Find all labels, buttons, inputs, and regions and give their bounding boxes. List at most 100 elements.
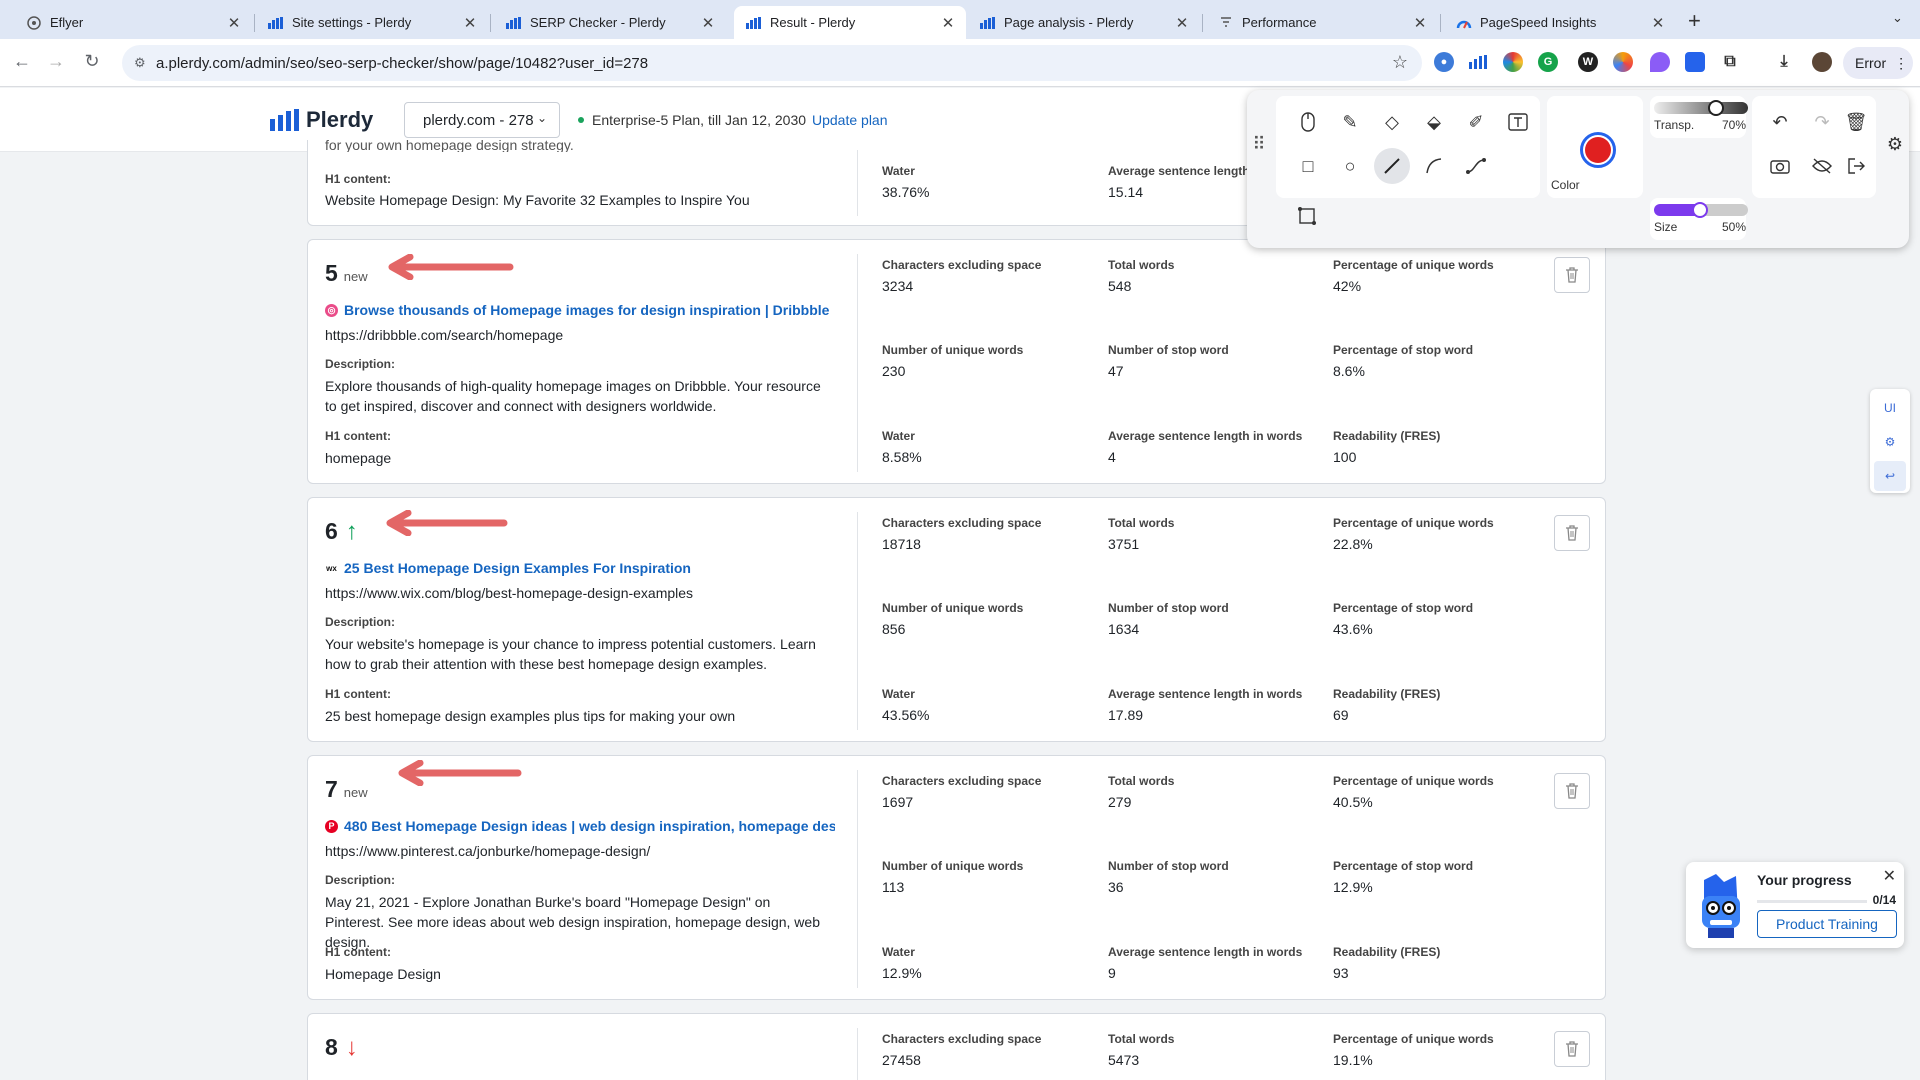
avatar[interactable]: [1812, 52, 1832, 72]
close-tab-icon[interactable]: ✕: [700, 14, 716, 32]
ui-button[interactable]: UI: [1874, 393, 1906, 423]
color-swatch[interactable]: [1580, 132, 1616, 168]
readability-label: Readability (FRES): [1333, 687, 1441, 701]
rank-status: new: [343, 785, 368, 800]
mouse-icon[interactable]: [1290, 104, 1326, 140]
color-picker[interactable]: Color: [1547, 96, 1643, 198]
tab-result[interactable]: Result - Plerdy ✕: [734, 6, 966, 39]
text-tool-icon[interactable]: [1500, 104, 1536, 140]
extension-icon[interactable]: ●: [1434, 52, 1454, 72]
undo-icon[interactable]: ↶: [1762, 104, 1798, 140]
water-label: Water: [882, 429, 915, 443]
crop-icon[interactable]: [1289, 198, 1325, 234]
exit-icon[interactable]: [1838, 148, 1874, 184]
plerdy-extension-icon[interactable]: [1468, 52, 1488, 72]
delete-button[interactable]: [1554, 257, 1590, 293]
tab-search-chevron-icon[interactable]: ⌄: [1892, 10, 1903, 26]
circle-icon[interactable]: ○: [1332, 148, 1368, 184]
tab-eflyer[interactable]: Eflyer ✕: [14, 6, 252, 39]
redo-icon[interactable]: ↷: [1804, 104, 1840, 140]
avg-sentence-label: Average sentence length in words: [1108, 429, 1303, 443]
camera-icon[interactable]: [1762, 148, 1798, 184]
close-tab-icon[interactable]: ✕: [940, 14, 956, 32]
rank-number: 8: [325, 1034, 338, 1060]
back-arrow-icon[interactable]: ↩: [1874, 461, 1906, 491]
forward-icon[interactable]: →: [44, 51, 68, 72]
delete-button[interactable]: [1554, 515, 1590, 551]
divider: [857, 1028, 858, 1080]
close-tab-icon[interactable]: ✕: [1174, 14, 1190, 32]
chars-value: 27458: [882, 1052, 921, 1068]
grammarly-icon[interactable]: G: [1538, 52, 1558, 72]
profile-error-button[interactable]: Error ⋮: [1843, 47, 1913, 79]
tab-performance[interactable]: Performance ✕: [1206, 6, 1438, 39]
tool-group: ✎ ◇ ⬙ ✐ □ ○: [1276, 96, 1540, 198]
drag-handle-icon[interactable]: ⠿: [1247, 126, 1271, 162]
delete-button[interactable]: [1554, 773, 1590, 809]
gear-icon[interactable]: ⚙: [1877, 126, 1913, 162]
close-tab-icon[interactable]: ✕: [1412, 14, 1428, 32]
bookmark-star-icon[interactable]: ☆: [1392, 52, 1408, 73]
address-bar[interactable]: ⚙ a.plerdy.com/admin/seo/seo-serp-checke…: [122, 45, 1422, 81]
extension-w-icon[interactable]: W: [1578, 52, 1598, 72]
tab-pagespeed[interactable]: PageSpeed Insights ✕: [1444, 6, 1676, 39]
update-plan-link[interactable]: Update plan: [812, 112, 888, 128]
transparency-knob[interactable]: [1708, 100, 1724, 116]
gear-icon[interactable]: ⚙: [1874, 427, 1906, 457]
total-words-label: Total words: [1108, 1032, 1175, 1046]
site-select-value: plerdy.com - 278: [423, 111, 534, 129]
site-info-icon[interactable]: ⚙: [134, 55, 146, 71]
avg-sentence-label: Average sentence length in words: [1108, 687, 1303, 701]
product-training-button[interactable]: Product Training: [1757, 910, 1897, 938]
line-icon[interactable]: [1374, 148, 1410, 184]
back-icon[interactable]: ←: [10, 51, 34, 72]
tab-serp-checker[interactable]: SERP Checker - Plerdy ✕: [494, 6, 726, 39]
new-tab-icon[interactable]: +: [1688, 8, 1701, 34]
transparency-slider[interactable]: [1654, 102, 1748, 114]
result-card: 7 new P 480 Best Homepage Design ideas |…: [307, 755, 1606, 1000]
menu-dots-icon[interactable]: ⋮: [1894, 55, 1908, 72]
reload-icon[interactable]: ↻: [80, 51, 104, 72]
rank: 6 ↑: [325, 518, 358, 546]
delete-button[interactable]: [1554, 1031, 1590, 1067]
result-title-link[interactable]: P 480 Best Homepage Design ideas | web d…: [325, 818, 835, 834]
chars-value: 18718: [882, 536, 921, 552]
rectangle-icon[interactable]: □: [1290, 148, 1326, 184]
eraser-icon[interactable]: ◇: [1374, 104, 1410, 140]
unique-pct-value: 19.1%: [1333, 1052, 1373, 1068]
tab-site-settings[interactable]: Site settings - Plerdy ✕: [256, 6, 488, 39]
size-value: 50%: [1722, 220, 1747, 234]
chars-value: 1697: [882, 794, 914, 810]
selected-color: [1585, 137, 1611, 163]
pencil-icon[interactable]: ✎: [1332, 104, 1368, 140]
result-title-link[interactable]: ◎ Browse thousands of Homepage images fo…: [325, 302, 829, 318]
extensions-puzzle-icon[interactable]: ⧉: [1720, 52, 1740, 72]
eyedropper-icon[interactable]: ✐: [1458, 104, 1494, 140]
color-extension-icon[interactable]: [1503, 52, 1523, 72]
site-select[interactable]: plerdy.com - 278 ⌄: [404, 102, 560, 138]
trash-icon[interactable]: 🗑: [1838, 104, 1874, 140]
hide-icon[interactable]: [1804, 148, 1840, 184]
divider: [857, 770, 858, 988]
tab-page-analysis[interactable]: Page analysis - Plerdy ✕: [968, 6, 1200, 39]
plerdy-logo[interactable]: Plerdy: [270, 107, 373, 133]
close-tab-icon[interactable]: ✕: [226, 14, 242, 32]
arrow-up-icon: ↑: [345, 518, 358, 545]
result-title-link[interactable]: wx 25 Best Homepage Design Examples For …: [325, 560, 691, 576]
curve-icon[interactable]: [1416, 148, 1452, 184]
download-icon[interactable]: ⤓: [1774, 52, 1794, 72]
fill-bucket-icon[interactable]: ⬙: [1416, 104, 1452, 140]
extension-tag-icon[interactable]: [1685, 52, 1705, 72]
tab-separator: [254, 14, 255, 32]
extension-ring-icon[interactable]: [1613, 52, 1633, 72]
close-tab-icon[interactable]: ✕: [462, 14, 478, 32]
close-icon[interactable]: ✕: [1883, 866, 1896, 886]
readability-label: Readability (FRES): [1333, 945, 1441, 959]
close-tab-icon[interactable]: ✕: [1650, 14, 1666, 32]
rank: 5 new: [325, 260, 368, 287]
extension-drop-icon[interactable]: [1650, 52, 1670, 72]
size-knob[interactable]: [1692, 202, 1708, 218]
stop-pct-label: Percentage of stop word: [1333, 859, 1474, 873]
bezier-icon[interactable]: [1458, 148, 1494, 184]
stop-words-label: Number of stop word: [1108, 601, 1229, 615]
